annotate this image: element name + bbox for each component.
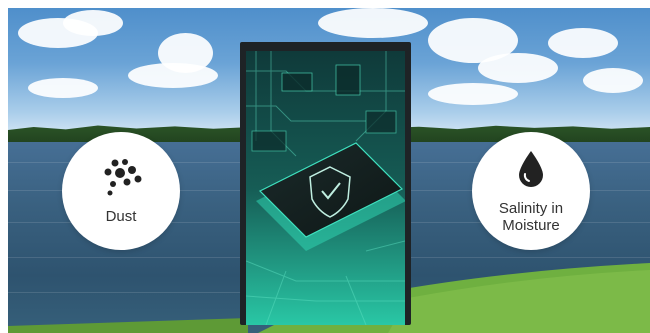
water-drop-icon [516, 149, 546, 194]
salinity-feature-badge: Salinity in Moisture [472, 132, 590, 250]
vertical-display-panel [240, 42, 411, 325]
salinity-label: Salinity in Moisture [498, 199, 564, 234]
dust-particles-icon [99, 157, 143, 202]
circuit-board-image [246, 51, 405, 325]
display-screen [246, 51, 405, 325]
dust-label: Dust [105, 208, 137, 225]
dust-feature-badge: Dust [62, 132, 180, 250]
